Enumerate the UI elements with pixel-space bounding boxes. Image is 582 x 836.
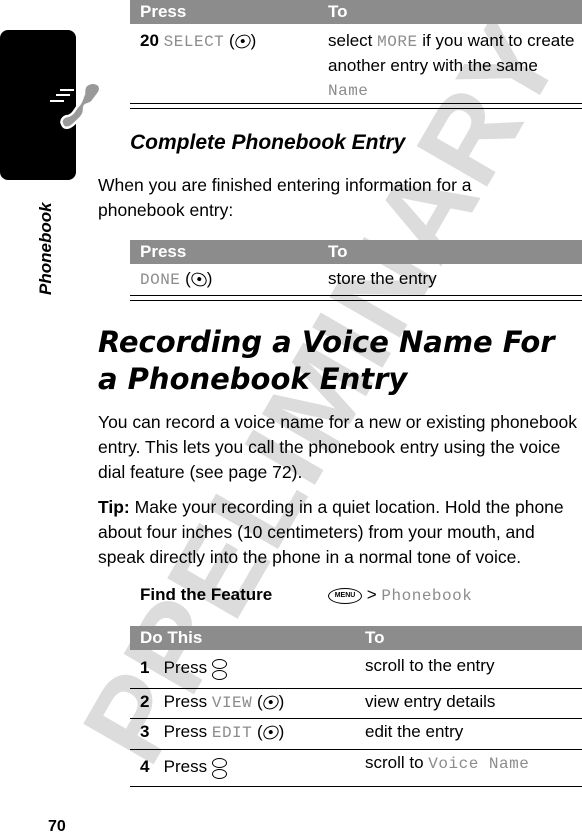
softkey-label: SELECT xyxy=(163,33,225,51)
softkey-label: EDIT xyxy=(211,724,253,742)
menu-item-label: Phonebook xyxy=(381,587,473,605)
left-softkey-icon xyxy=(260,692,281,713)
softkey-label: MORE xyxy=(377,33,418,51)
table-row: 3 Press EDIT () xyxy=(140,722,285,743)
table-rule xyxy=(130,103,582,109)
softkey-label: DONE xyxy=(140,271,181,289)
paragraph: When you are finished entering informati… xyxy=(98,175,472,220)
table-rule xyxy=(130,786,582,787)
row-divider xyxy=(130,688,582,689)
table-row: 20 SELECT () xyxy=(140,31,257,52)
table-header: Press To xyxy=(130,0,582,24)
row-divider xyxy=(130,749,582,750)
table-cell-to: scroll to the entry xyxy=(365,656,495,675)
row-divider xyxy=(130,718,582,719)
left-softkey-icon xyxy=(260,722,281,743)
table-header: Press To xyxy=(130,240,582,264)
nav-scroll-icon xyxy=(211,658,227,680)
header-to: To xyxy=(328,2,348,21)
table-row: 1 Press xyxy=(140,656,227,680)
left-softkey-icon xyxy=(232,31,253,52)
menu-item-label: Name xyxy=(328,82,369,100)
find-feature-label: Find the Feature xyxy=(140,585,273,604)
table-cell-to: scroll to Voice Name xyxy=(365,753,530,773)
table-cell-to: select MORE if you want to create anothe… xyxy=(328,31,575,100)
table-rule xyxy=(130,295,582,301)
table-row: 2 Press VIEW () xyxy=(140,692,285,713)
table-header: Do This To xyxy=(130,626,582,650)
softkey-label: VIEW xyxy=(211,694,253,712)
table-cell-to: store the entry xyxy=(328,269,437,288)
step-number: 20 xyxy=(140,31,159,50)
menu-key-icon: MENU xyxy=(328,587,362,604)
right-softkey-icon xyxy=(188,269,209,290)
tip-label: Tip: xyxy=(98,497,130,517)
section-heading: Complete Phonebook Entry xyxy=(130,131,406,154)
table-cell-to: view entry details xyxy=(365,692,496,711)
paragraph: You can record a voice name for a new or… xyxy=(98,412,577,482)
nav-scroll-icon xyxy=(211,757,227,779)
table-cell-to: edit the entry xyxy=(365,722,464,741)
page-heading: Recording a Voice Name For a Phonebook E… xyxy=(98,325,555,396)
phone-handset-icon xyxy=(50,81,102,129)
table-row: DONE () xyxy=(140,269,213,290)
table-row: 4 Press xyxy=(140,755,227,779)
menu-path: MENU > Phonebook xyxy=(328,583,472,608)
chapter-label: Phonebook xyxy=(36,202,55,295)
header-press: Press xyxy=(140,2,187,21)
page-number: 70 xyxy=(48,818,66,835)
tip-paragraph: Tip: Make your recording in a quiet loca… xyxy=(98,497,564,567)
menu-item-label: Voice Name xyxy=(428,755,530,773)
